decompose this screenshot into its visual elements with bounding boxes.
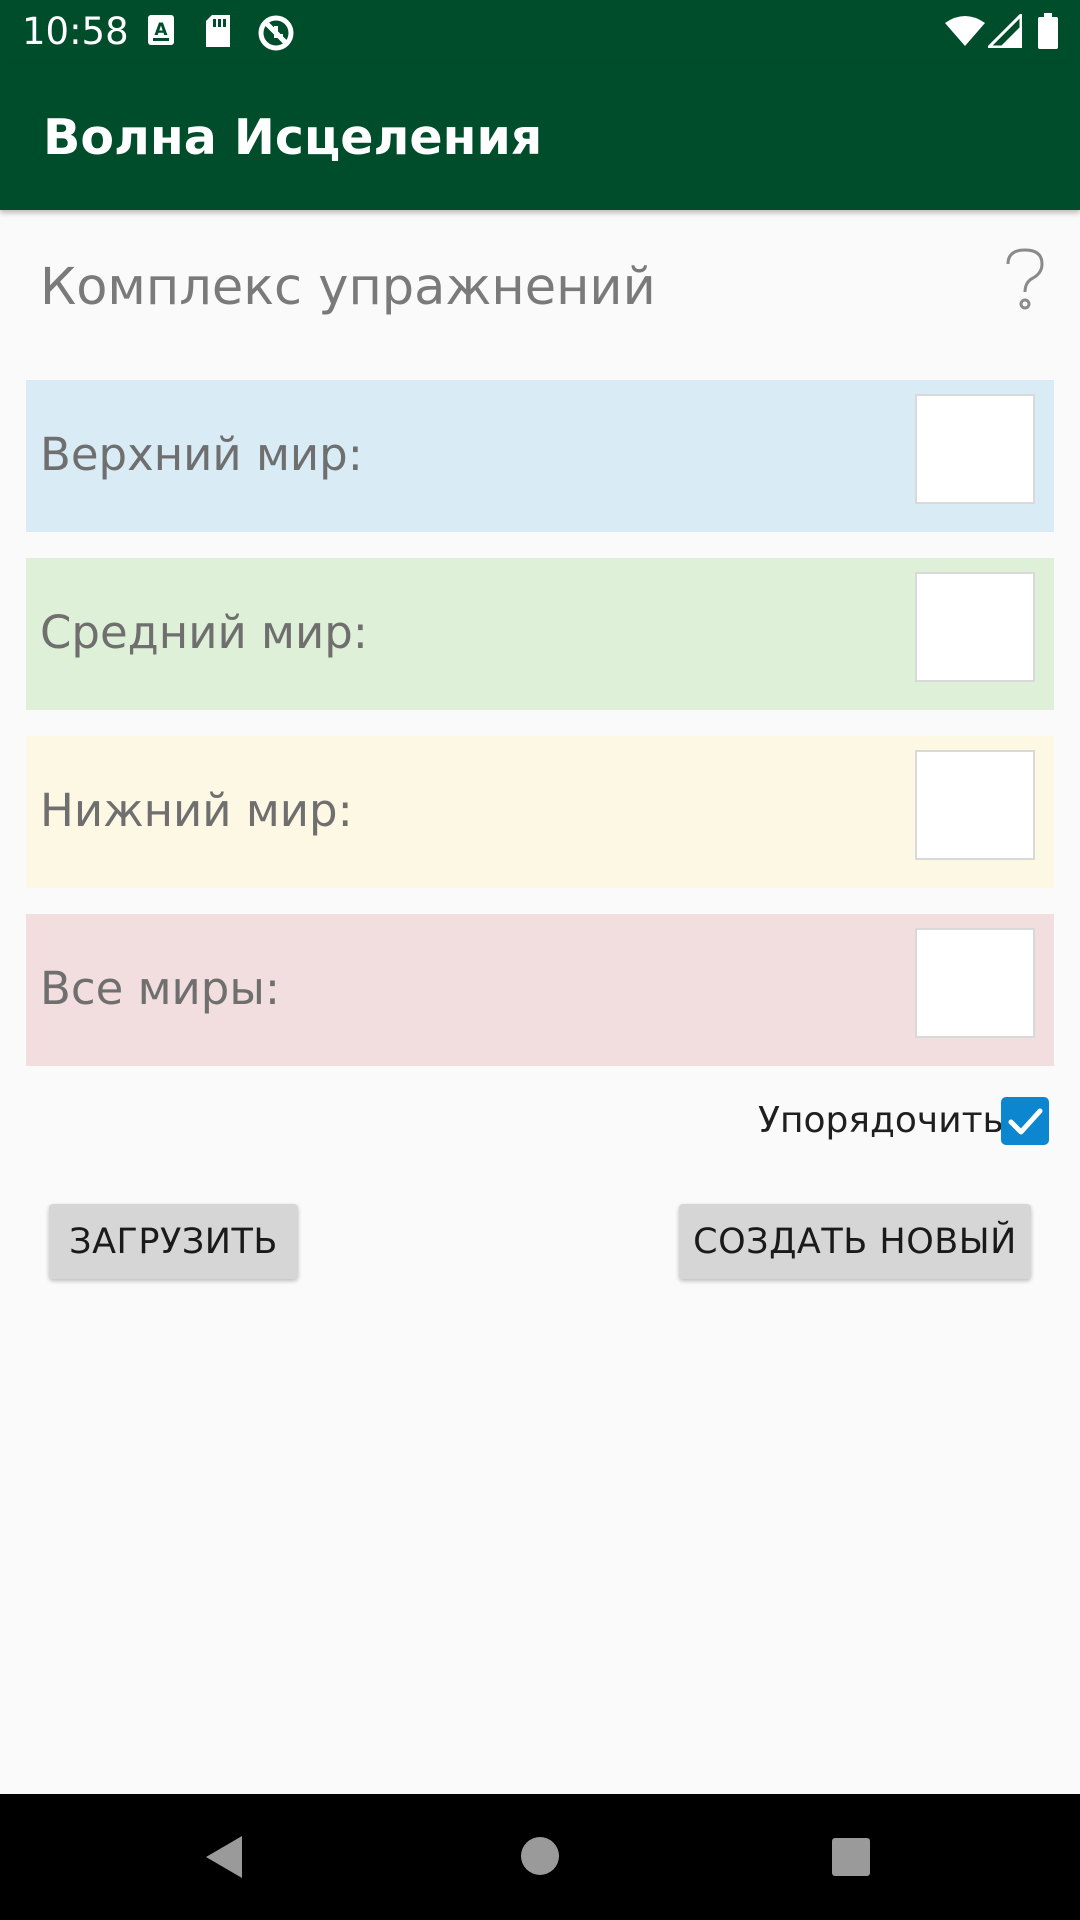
create-new-button[interactable]: СОЗДАТЬ НОВЫЙ: [679, 1204, 1031, 1279]
back-triangle-icon[interactable]: [204, 1834, 244, 1885]
world-label-all: Все миры:: [40, 962, 281, 1015]
middle-world-input[interactable]: [915, 572, 1035, 682]
world-label-lower: Нижний мир:: [40, 784, 353, 837]
world-row-lower: Нижний мир:: [26, 736, 1054, 888]
section-title: Комплекс упражнений: [40, 258, 656, 317]
sync-circle-icon: [257, 14, 295, 57]
app-bar: Волна Исцеления: [0, 63, 1080, 210]
signal-icon: [985, 11, 1023, 53]
sort-checkbox[interactable]: [1001, 1097, 1049, 1145]
world-row-upper: Верхний мир:: [26, 380, 1054, 532]
wifi-icon: [944, 15, 986, 52]
lower-world-input[interactable]: [915, 750, 1035, 860]
app-title: Волна Исцеления: [43, 109, 543, 166]
recents-square-icon[interactable]: [831, 1837, 871, 1882]
status-time: 10:58: [22, 10, 129, 53]
world-label-upper: Верхний мир:: [40, 428, 363, 481]
world-row-middle: Средний мир:: [26, 558, 1054, 710]
sd-card-icon: [204, 14, 232, 53]
accessibility-a-icon: A: [147, 14, 175, 51]
checkmark-icon: [1008, 1108, 1043, 1135]
svg-text:A: A: [154, 20, 168, 40]
world-row-all: Все миры:: [26, 914, 1054, 1066]
battery-icon: [1038, 13, 1058, 54]
upper-world-input[interactable]: [915, 394, 1035, 504]
world-label-middle: Средний мир:: [40, 606, 368, 659]
home-circle-icon[interactable]: [520, 1836, 560, 1881]
sort-label: Упорядочить: [758, 1100, 1004, 1141]
load-button[interactable]: ЗАГРУЗИТЬ: [49, 1204, 298, 1279]
all-worlds-input[interactable]: [915, 928, 1035, 1038]
navigation-bar: [0, 1794, 1080, 1920]
status-bar: 10:58 A: [0, 0, 1080, 63]
question-mark-icon[interactable]: [1002, 246, 1048, 317]
